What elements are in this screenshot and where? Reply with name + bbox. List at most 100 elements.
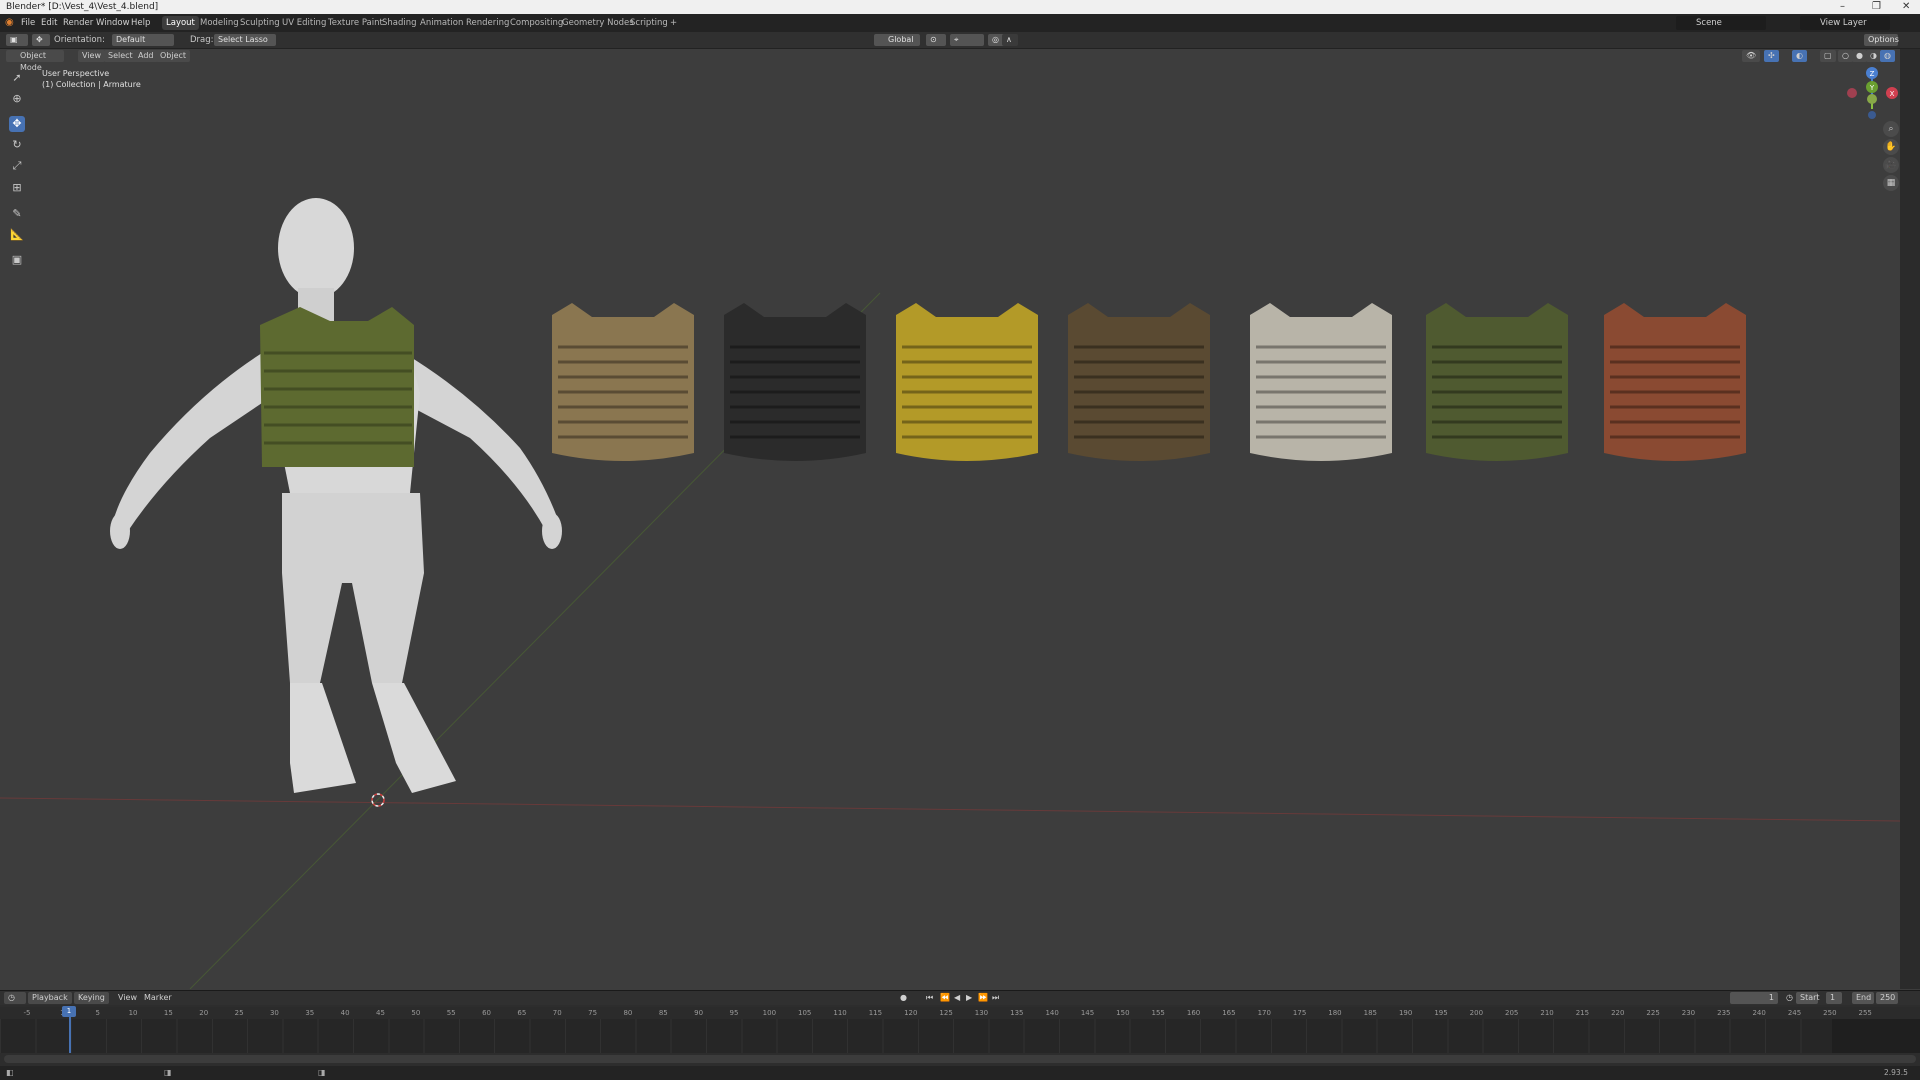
vest-model-3[interactable] bbox=[896, 303, 1038, 461]
timeline-menu-marker[interactable]: Marker bbox=[140, 992, 176, 1004]
timeline-menu-playback[interactable]: Playback bbox=[28, 992, 72, 1004]
window-title-bar: Blender* [D:\Vest_4\Vest_4.blend] – ❐ ✕ bbox=[0, 0, 1920, 14]
timeline-ruler[interactable]: -515101520253035404550556065707580859095… bbox=[0, 1007, 1920, 1019]
xray-toggle-icon[interactable]: ▢ bbox=[1820, 50, 1836, 62]
solid-shading-icon[interactable]: ● bbox=[1852, 50, 1867, 62]
vest-model-5[interactable] bbox=[1250, 303, 1392, 461]
viewport-menu-object[interactable]: Object bbox=[156, 50, 191, 62]
ruler-tick: 95 bbox=[729, 1009, 739, 1017]
record-button-icon[interactable]: ● bbox=[896, 992, 911, 1004]
mouse-right-icon: ◨ bbox=[318, 1068, 326, 1077]
end-frame-field[interactable]: 250 bbox=[1876, 992, 1898, 1004]
transform-tool-icon[interactable]: ✥ bbox=[32, 34, 50, 46]
vest-model-2[interactable] bbox=[724, 303, 866, 461]
tab-animation[interactable]: Animation bbox=[416, 16, 467, 30]
viewport-canvas[interactable]: Z Y X bbox=[0, 63, 1900, 989]
vest-model-6[interactable] bbox=[1426, 303, 1568, 461]
ruler-tick: 175 bbox=[1292, 1009, 1307, 1017]
ruler-tick: 155 bbox=[1151, 1009, 1165, 1017]
viewport-menu-add[interactable]: Add bbox=[134, 50, 158, 62]
menu-render[interactable]: Render bbox=[63, 16, 93, 30]
viewport-menu-view[interactable]: View bbox=[78, 50, 105, 62]
ruler-tick: 125 bbox=[939, 1009, 953, 1017]
perspective-toggle-icon[interactable]: ▦ bbox=[1883, 175, 1899, 191]
timeline-scrollbar[interactable] bbox=[4, 1055, 1916, 1063]
menu-edit[interactable]: Edit bbox=[41, 16, 57, 30]
drag-label: Drag: bbox=[190, 35, 214, 45]
timeline-track-area[interactable] bbox=[0, 1019, 1920, 1053]
jump-start-icon[interactable]: ⏮ bbox=[922, 992, 937, 1004]
timeline-editor-type-icon[interactable]: ◷ bbox=[4, 992, 26, 1004]
tab-uv-editing[interactable]: UV Editing bbox=[278, 16, 330, 30]
playhead-frame-indicator[interactable]: 1 bbox=[62, 1006, 76, 1017]
scene-selector[interactable]: Scene bbox=[1676, 16, 1766, 30]
minimize-button[interactable]: – bbox=[1840, 0, 1845, 14]
pan-hand-icon[interactable]: ✋ bbox=[1883, 139, 1899, 155]
ruler-tick: 140 bbox=[1045, 1009, 1059, 1017]
viewport-header: Object Mode View Select Add Object 👁 ✣ ◐… bbox=[0, 49, 1900, 72]
ruler-tick: 230 bbox=[1681, 1009, 1696, 1017]
current-frame-field[interactable]: 1 bbox=[1730, 992, 1778, 1004]
transform-orientation-dropdown[interactable]: Global bbox=[874, 34, 920, 46]
gizmo-toggle-icon[interactable]: ✣ bbox=[1764, 50, 1779, 62]
editor-type-icon[interactable]: ▣ bbox=[6, 34, 28, 46]
ruler-tick: 80 bbox=[623, 1009, 633, 1017]
overlay-toggle-icon[interactable]: ◐ bbox=[1792, 50, 1807, 62]
falloff-icon[interactable]: ∧ bbox=[1002, 34, 1018, 46]
view-layer-selector[interactable]: View Layer bbox=[1800, 16, 1890, 30]
tab-scripting[interactable]: Scripting bbox=[626, 16, 672, 30]
ruler-tick: 30 bbox=[269, 1009, 279, 1017]
zoom-icon[interactable]: ⌕ bbox=[1883, 121, 1899, 137]
vest-model-7[interactable] bbox=[1604, 303, 1746, 461]
mode-dropdown[interactable]: Object Mode bbox=[6, 50, 64, 72]
ruler-tick: 45 bbox=[376, 1009, 385, 1017]
rendered-shading-icon[interactable]: ◍ bbox=[1880, 50, 1895, 62]
vest-model-1[interactable] bbox=[552, 303, 694, 461]
ruler-tick: 105 bbox=[798, 1009, 812, 1017]
ruler-tick: 50 bbox=[411, 1009, 421, 1017]
add-workspace-button[interactable]: + bbox=[666, 16, 681, 30]
visibility-selector-icon[interactable]: 👁 bbox=[1742, 50, 1761, 62]
start-frame-label: Start bbox=[1796, 992, 1820, 1004]
start-frame-field[interactable]: 1 bbox=[1826, 992, 1842, 1004]
pivot-point-icon[interactable]: ⊙ bbox=[926, 34, 946, 46]
tab-shading[interactable]: Shading bbox=[378, 16, 421, 30]
ruler-tick: 225 bbox=[1646, 1009, 1660, 1017]
ruler-tick: 195 bbox=[1434, 1009, 1448, 1017]
window-title: Blender* [D:\Vest_4\Vest_4.blend] bbox=[6, 2, 159, 12]
ruler-tick: 215 bbox=[1575, 1009, 1590, 1017]
options-dropdown[interactable]: Options bbox=[1864, 34, 1899, 46]
ruler-tick: 170 bbox=[1257, 1009, 1271, 1017]
preview-range-icon[interactable]: ◷ bbox=[1782, 992, 1797, 1004]
ruler-tick: 85 bbox=[658, 1009, 668, 1017]
orientation-dropdown[interactable]: Default bbox=[112, 34, 174, 46]
close-button[interactable]: ✕ bbox=[1902, 0, 1910, 14]
menu-file[interactable]: File bbox=[21, 16, 35, 30]
timeline-editor: ◷ Playback Keying View Marker ● ⏮ ⏪ ◀ ▶ … bbox=[0, 990, 1920, 1067]
maximize-button[interactable]: ❐ bbox=[1872, 0, 1881, 14]
end-frame-label: End bbox=[1852, 992, 1874, 1004]
ruler-tick: -5 bbox=[23, 1009, 31, 1017]
tool-settings-bar: ▣ ✥ Orientation: Default Drag: Select La… bbox=[0, 32, 1920, 49]
blender-logo-icon[interactable]: ◉ bbox=[5, 16, 14, 30]
menu-help[interactable]: Help bbox=[131, 16, 150, 30]
menu-window[interactable]: Window bbox=[96, 16, 130, 30]
wireframe-shading-icon[interactable]: ○ bbox=[1838, 50, 1853, 62]
vest-model-4[interactable] bbox=[1068, 303, 1210, 461]
ruler-tick: 255 bbox=[1858, 1009, 1872, 1017]
side-panel-strip[interactable] bbox=[1900, 49, 1920, 989]
ruler-tick: 135 bbox=[1010, 1009, 1024, 1017]
viewport-menu-select[interactable]: Select bbox=[104, 50, 137, 62]
drag-dropdown[interactable]: Select Lasso bbox=[214, 34, 276, 46]
tab-sculpting[interactable]: Sculpting bbox=[236, 16, 284, 30]
material-shading-icon[interactable]: ◑ bbox=[1866, 50, 1881, 62]
jump-end-icon[interactable]: ⏭ bbox=[988, 992, 1003, 1004]
svg-text:Y: Y bbox=[1869, 84, 1875, 92]
status-bar: ◧ ◨ ◨ 2.93.5 bbox=[0, 1066, 1920, 1080]
timeline-menu-keying[interactable]: Keying bbox=[74, 992, 109, 1004]
tab-layout[interactable]: Layout bbox=[162, 16, 199, 30]
camera-view-icon[interactable]: 🎥 bbox=[1883, 157, 1899, 173]
timeline-menu-view[interactable]: View bbox=[114, 992, 141, 1004]
snap-toggle-icon[interactable]: ⌖ bbox=[950, 34, 984, 46]
ruler-tick: 220 bbox=[1611, 1009, 1625, 1017]
